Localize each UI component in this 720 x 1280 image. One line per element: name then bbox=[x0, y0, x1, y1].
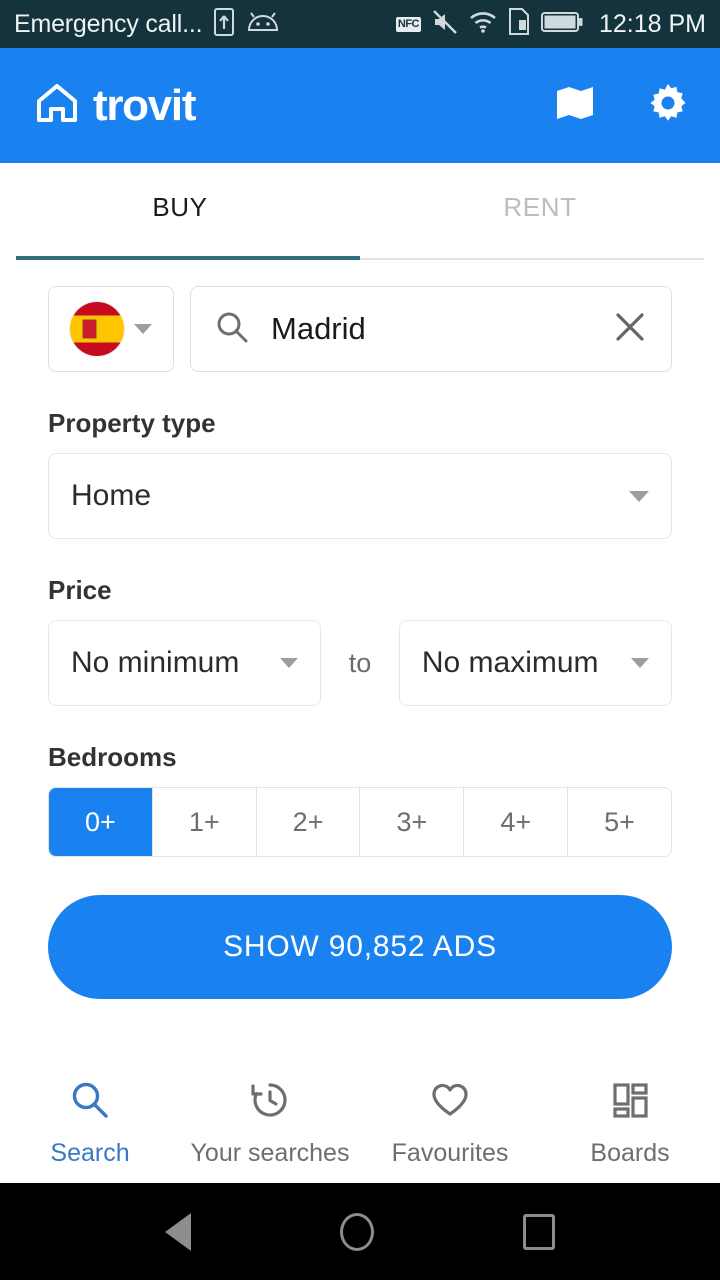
back-icon[interactable] bbox=[164, 1212, 191, 1251]
carrier-label: Emergency call... bbox=[14, 9, 203, 38]
app-bar-actions bbox=[554, 81, 690, 130]
nav-item-label: Search bbox=[50, 1139, 130, 1167]
bedrooms-option-3[interactable]: 3+ bbox=[360, 788, 465, 856]
clock: 12:18 PM bbox=[598, 9, 706, 38]
tab-rent[interactable]: RENT bbox=[360, 163, 720, 260]
search-input[interactable]: Madrid bbox=[190, 286, 672, 372]
location-row: Madrid bbox=[48, 286, 672, 372]
bedrooms-option-2[interactable]: 2+ bbox=[256, 788, 361, 856]
brand-logo: trovit bbox=[34, 80, 554, 131]
nav-item-label: Boards bbox=[590, 1139, 670, 1167]
house-outline-icon bbox=[34, 80, 80, 131]
search-icon bbox=[215, 310, 249, 349]
app-bar: trovit bbox=[0, 48, 720, 163]
price-row: No minimum to No maximum bbox=[48, 620, 672, 706]
close-icon[interactable] bbox=[613, 310, 647, 349]
search-icon bbox=[69, 1079, 111, 1128]
price-label: Price bbox=[48, 575, 112, 605]
map-icon[interactable] bbox=[554, 82, 596, 129]
heart-icon bbox=[429, 1079, 471, 1128]
sim-alert-icon bbox=[508, 8, 530, 40]
android-robot-icon bbox=[246, 11, 280, 38]
phone-screen: Emergency call... NFC 12:18 PM trovit BU… bbox=[0, 0, 720, 1280]
nav-item-your-searches[interactable]: Your searches bbox=[180, 1079, 360, 1168]
bottom-navigation: Search Your searches Favourites Boards bbox=[0, 1063, 720, 1183]
nav-item-boards[interactable]: Boards bbox=[540, 1079, 720, 1168]
android-navigation-bar bbox=[0, 1183, 720, 1280]
nav-item-search[interactable]: Search bbox=[0, 1079, 180, 1168]
bedrooms-option-0[interactable]: 0+ bbox=[49, 788, 153, 856]
chevron-down-icon bbox=[630, 658, 649, 668]
bedrooms-option-1[interactable]: 1+ bbox=[152, 788, 257, 856]
mute-icon bbox=[432, 9, 458, 40]
price-max-select[interactable]: No maximum bbox=[398, 620, 672, 706]
history-icon bbox=[249, 1079, 291, 1128]
home-icon[interactable] bbox=[339, 1212, 374, 1251]
wifi-icon bbox=[469, 10, 497, 39]
status-bar: Emergency call... NFC 12:18 PM bbox=[0, 0, 720, 48]
price-min-value: No minimum bbox=[71, 646, 240, 679]
tab-bar: BUY RENT bbox=[0, 163, 720, 260]
bedrooms-segmented-control: 0+ 1+ 2+ 3+ 4+ 5+ bbox=[48, 787, 672, 857]
bedrooms-option-5[interactable]: 5+ bbox=[568, 788, 671, 856]
search-form: Madrid Property type Home Price No minim… bbox=[0, 260, 720, 1063]
nav-item-label: Favourites bbox=[391, 1139, 509, 1167]
nav-item-label: Your searches bbox=[190, 1139, 350, 1167]
status-bar-left: Emergency call... bbox=[14, 7, 396, 41]
price-separator: to bbox=[348, 647, 372, 678]
property-type-label: Property type bbox=[48, 408, 216, 438]
brand-name: trovit bbox=[93, 80, 197, 130]
tab-buy[interactable]: BUY bbox=[0, 163, 360, 260]
tab-active-indicator bbox=[16, 256, 360, 260]
nfc-icon: NFC bbox=[395, 16, 421, 32]
chevron-down-icon bbox=[134, 324, 152, 334]
status-bar-right: NFC 12:18 PM bbox=[395, 8, 706, 40]
price-max-value: No maximum bbox=[421, 646, 599, 679]
bedrooms-label: Bedrooms bbox=[48, 742, 177, 772]
battery-icon bbox=[540, 11, 583, 38]
show-ads-button[interactable]: SHOW 90,852 ADS bbox=[48, 895, 672, 999]
sim-arrow-icon bbox=[214, 7, 235, 41]
chevron-down-icon bbox=[280, 658, 299, 668]
gear-icon[interactable] bbox=[646, 81, 690, 130]
search-input-value[interactable]: Madrid bbox=[271, 311, 591, 347]
flag-crest bbox=[82, 319, 97, 339]
property-type-value: Home bbox=[71, 479, 152, 512]
price-min-select[interactable]: No minimum bbox=[48, 620, 322, 706]
nav-item-favourites[interactable]: Favourites bbox=[360, 1079, 540, 1168]
property-type-select[interactable]: Home bbox=[48, 453, 672, 539]
spain-flag-icon bbox=[70, 302, 124, 356]
country-selector[interactable] bbox=[48, 286, 174, 372]
bedrooms-option-4[interactable]: 4+ bbox=[464, 788, 569, 856]
chevron-down-icon bbox=[629, 490, 649, 502]
grid-icon bbox=[609, 1079, 651, 1128]
recents-icon[interactable] bbox=[523, 1213, 556, 1250]
